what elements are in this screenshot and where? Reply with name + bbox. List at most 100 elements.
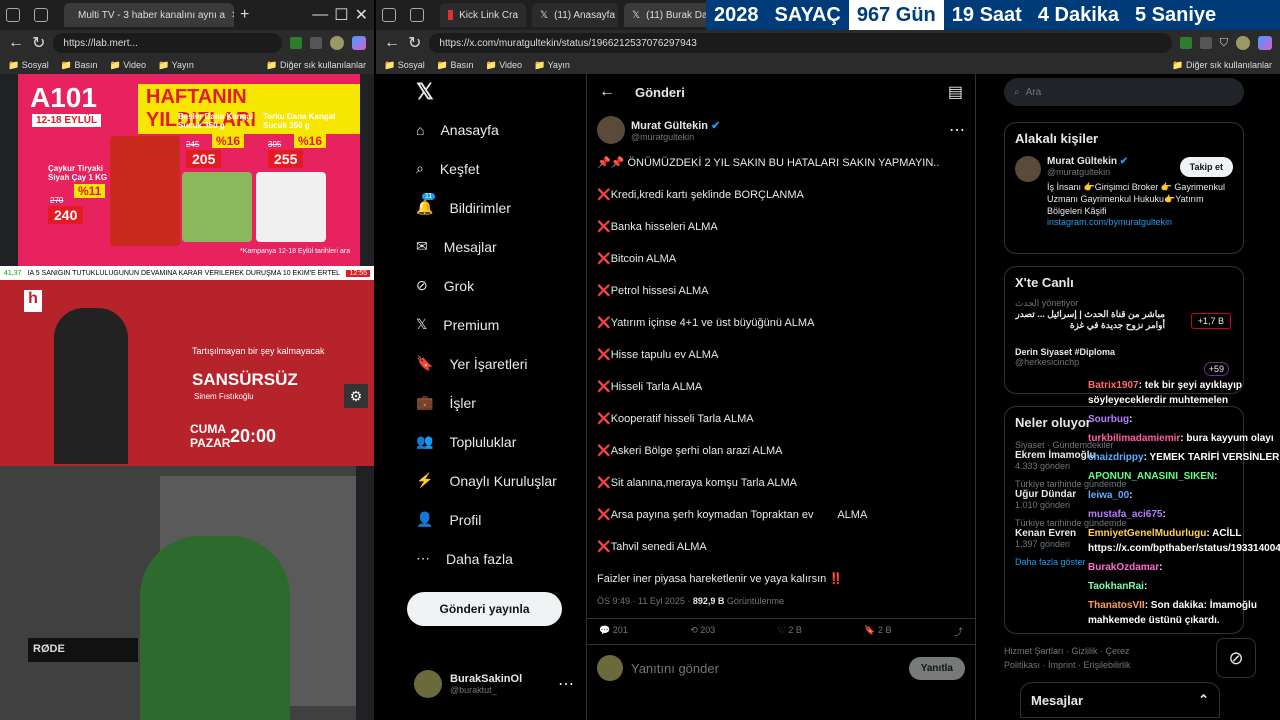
settings-icon[interactable]: ⚙ — [344, 384, 368, 408]
like-button[interactable]: ♡ 2 B — [778, 625, 802, 638]
tab-anasayfa[interactable]: 𝕏 (11) Anasayfa — [532, 3, 618, 27]
bookmark-video[interactable]: 📁 Video — [485, 60, 522, 71]
search-input[interactable]: ⌕ Ara — [1004, 78, 1244, 106]
extension-icon[interactable] — [290, 37, 302, 49]
live-text[interactable]: مباشر من قناة الحدث | إسرائيل ... تصدر أ… — [1015, 309, 1165, 333]
workspace-icon[interactable] — [382, 8, 396, 22]
bookmark-sosyal[interactable]: 📁 Sosyal — [8, 60, 49, 71]
more-icon[interactable]: ⋯ — [949, 120, 965, 140]
close-icon[interactable]: ✕ — [231, 10, 234, 21]
post-button[interactable]: Gönderi yayınla — [407, 592, 562, 626]
reply-button[interactable]: 💬 201 — [599, 625, 628, 638]
post-timestamp[interactable]: ÖS 9:49 · 11 Eyl 2025 · — [597, 596, 693, 606]
account-switcher[interactable]: BurakSakinOl @buraktut_ ⋯ — [414, 670, 574, 698]
post-body: 📌📌 ÖNÜMÜZDEKİ 2 YIL SAKIN BU HATALARI SA… — [587, 150, 975, 596]
url-input[interactable]: https://lab.mert... — [53, 33, 282, 53]
nav-jobs[interactable]: 💼 İşler — [396, 383, 586, 422]
reader-icon[interactable]: ▤ — [948, 82, 963, 102]
nav-notifications[interactable]: 🔔 11 Bildirimler — [396, 188, 586, 227]
ad-dates: 12-18 EYLÜL — [32, 114, 102, 127]
section-title: X'te Canlı — [1015, 275, 1074, 290]
refresh-icon[interactable]: ↻ — [32, 33, 45, 53]
bookmark-basin[interactable]: 📁 Basın — [61, 60, 98, 71]
copilot-icon[interactable] — [1258, 36, 1272, 50]
bookmark-video[interactable]: 📁 Video — [109, 60, 146, 71]
nav-bookmarks[interactable]: 🔖 Yer İşaretleri — [396, 344, 586, 383]
bookmark-label: Video — [123, 59, 147, 70]
nav-label: Profil — [449, 511, 482, 528]
other-bookmarks[interactable]: 📁 Diğer sık kullanılanlar — [266, 60, 366, 71]
bookmark-button[interactable]: 🔖 2 B — [864, 625, 891, 638]
view-label: Görüntülenme — [724, 596, 784, 606]
chat-username: chaizdrippy — [1088, 452, 1144, 463]
search-icon: ⌕ — [1014, 86, 1020, 98]
other-bookmarks[interactable]: 📁 Diğer sık kullanılanlar — [1172, 60, 1272, 71]
nav-verified-orgs[interactable]: ⚡ Onaylı Kuruluşlar — [396, 461, 586, 500]
author-avatar[interactable] — [597, 116, 625, 144]
extension-icon[interactable] — [310, 37, 322, 49]
bookmark-yayin[interactable]: 📁 Yayın — [158, 60, 194, 71]
briefcase-icon: 💼 — [416, 394, 434, 410]
post-line: ❌Tahvil senedi ALMA — [597, 541, 707, 553]
refresh-icon[interactable]: ↻ — [408, 33, 421, 53]
x-logo-icon[interactable]: 𝕏 — [396, 74, 586, 110]
bookmark-basin[interactable]: 📁 Basın — [437, 60, 474, 71]
nav-explore[interactable]: ⌕ Keşfet — [396, 149, 586, 188]
back-icon[interactable]: ← — [384, 34, 400, 52]
post-author: Murat Gültekin ✔ @muratgultekin ⋯ — [587, 110, 975, 150]
minimize-icon[interactable]: — — [312, 6, 328, 24]
extension-icon[interactable] — [1179, 37, 1192, 49]
post-line: ❌Kooperatif hisseli Tarla ALMA — [597, 413, 754, 425]
shield-icon[interactable]: ⛉ — [1220, 37, 1228, 50]
chat-text: bura kayyum olayı — [1186, 433, 1274, 444]
new-tab-icon[interactable]: + — [240, 6, 249, 24]
counter-hours: 19 Saat — [951, 3, 1022, 26]
profile-avatar[interactable] — [1236, 36, 1250, 50]
repost-button[interactable]: ⟲ 203 — [690, 625, 715, 638]
workspace-icon[interactable] — [6, 8, 20, 22]
back-arrow-icon[interactable]: ← — [599, 83, 615, 101]
nav-home[interactable]: ⌂ Anasayfa — [396, 110, 586, 149]
tab-actions-icon[interactable] — [34, 8, 48, 22]
back-icon[interactable]: ← — [8, 34, 24, 52]
news-ticker: 41,37 İA 5 SANIĞIN TUTUKLULUĞUNUN DEVAMI… — [0, 266, 374, 280]
extension-icon[interactable] — [1199, 37, 1212, 49]
nav-more[interactable]: ⋯ Daha fazla — [396, 539, 586, 578]
nav-messages[interactable]: ✉ Mesajlar — [396, 227, 586, 266]
sausage2-old-price: 305 — [268, 140, 282, 149]
sausage1-old-price: 245 — [186, 140, 200, 149]
counter-days: 967 Gün — [848, 0, 944, 30]
nav-profile[interactable]: 👤 Profil — [396, 500, 586, 539]
related-name[interactable]: Murat Gültekin ✔ — [1047, 156, 1128, 167]
nav-label: Keşfet — [439, 160, 480, 177]
reply-submit-button[interactable]: Yanıtla — [908, 656, 965, 680]
copilot-icon[interactable] — [352, 36, 366, 50]
more-icon[interactable]: ⋯ — [558, 674, 574, 694]
share-icon[interactable]: ⤴ — [954, 625, 963, 638]
tab-burak[interactable]: 𝕏 (11) Burak Da — [624, 3, 710, 27]
page-title: Gönderi — [635, 84, 685, 100]
close-window-icon[interactable]: ✕ — [355, 5, 368, 25]
url-input[interactable]: https://x.com/muratgultekin/status/19662… — [429, 33, 1172, 53]
chat-message: chaizdrippy: YEMEK TARİFİ VERSİNLER — [1088, 452, 1280, 463]
nav-premium[interactable]: 𝕏 Premium — [396, 305, 586, 344]
tab-multitv[interactable]: Multi TV - 3 haber kanalını aynı a ✕ — [64, 3, 234, 27]
tab-kick[interactable]: Kick Link Cra — [440, 3, 526, 27]
chat-message: turkbilimadamiemir: bura kayyum olayı — [1088, 433, 1274, 444]
nav-grok[interactable]: ⊘ Grok — [396, 266, 586, 305]
post-detail-column: ← Gönderi ▤ Murat Gültekin ✔ @muratgultek… — [586, 74, 976, 720]
follow-button[interactable]: Takip et — [1179, 156, 1233, 177]
ticker-text: İA 5 SANIĞIN TUTUKLULUĞUNUN DEVAMINA KAR… — [27, 269, 341, 277]
live2-title[interactable]: Derin Siyaset #Diploma — [1015, 347, 1233, 357]
bookmark-sosyal[interactable]: 📁 Sosyal — [384, 60, 425, 71]
tab-actions-icon[interactable] — [410, 8, 424, 22]
bookmark-yayin[interactable]: 📁 Yayın — [534, 60, 570, 71]
author-name[interactable]: Murat Gültekin ✔ — [631, 119, 720, 132]
x-logo-icon: 𝕏 — [632, 9, 641, 21]
maximize-icon[interactable]: ☐ — [334, 5, 348, 25]
avatar[interactable] — [1015, 156, 1041, 182]
bio-link[interactable]: instagram.com/bymuratgultekin — [1047, 217, 1233, 227]
reply-input[interactable]: Yanıtını gönder — [631, 661, 901, 676]
profile-avatar[interactable] — [330, 36, 344, 50]
nav-communities[interactable]: 👥 Topluluklar — [396, 422, 586, 461]
